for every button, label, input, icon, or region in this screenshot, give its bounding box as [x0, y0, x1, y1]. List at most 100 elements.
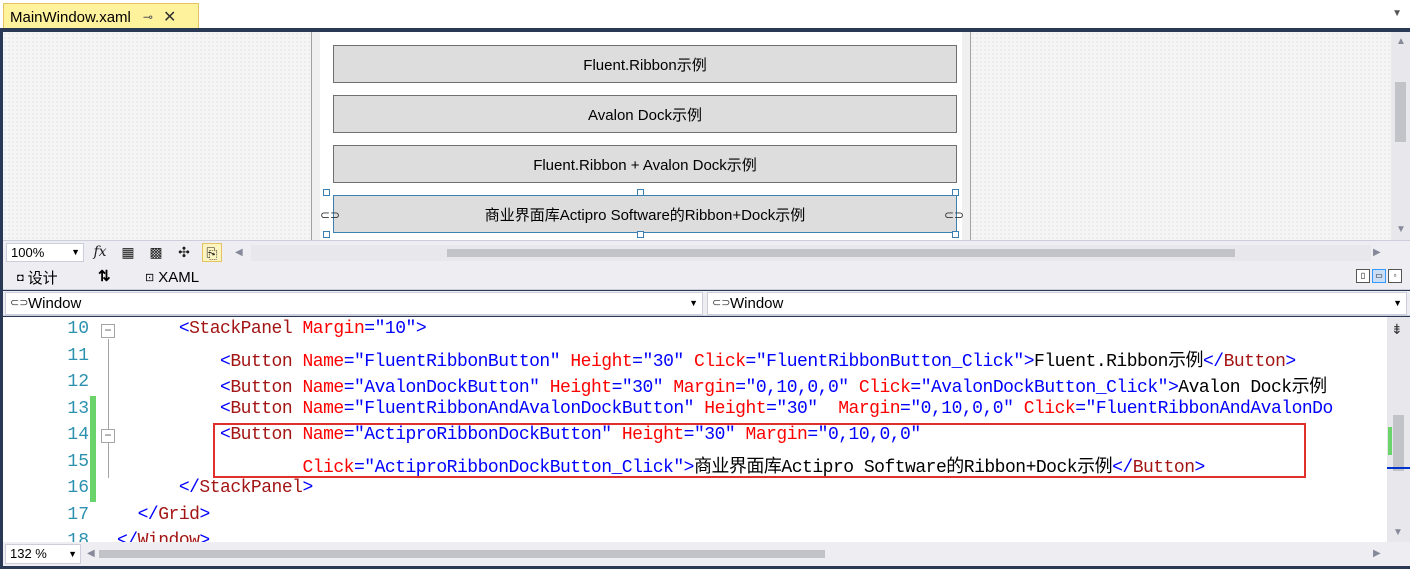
split-view-tabs: ◘ 设计 ⇅ ⊡ XAML ▯ ▭ ▫: [3, 264, 1410, 290]
tab-xaml[interactable]: ⊡ XAML: [145, 269, 199, 286]
change-overview-marker: [1388, 427, 1392, 455]
code-token: "ActiproRibbonDockButton_Click": [364, 457, 684, 478]
zoom-value: 100%: [11, 245, 45, 260]
fx-icon[interactable]: fx: [90, 243, 110, 262]
design-surface[interactable]: Fluent.Ribbon示例 Avalon Dock示例 Fluent.Rib…: [3, 32, 1391, 240]
code-token: Grid: [158, 504, 200, 525]
swap-panes-button[interactable]: ⇅: [98, 267, 111, 285]
margin-link-icon[interactable]: ⊂⊃: [944, 208, 964, 222]
line-number: 18: [67, 531, 89, 542]
grid-icon[interactable]: ▦: [118, 243, 138, 262]
effects-icon[interactable]: ⎘: [202, 243, 222, 262]
code-token: >: [302, 478, 313, 498]
code-token: Avalon Dock示例: [1178, 378, 1327, 398]
code-token: =: [343, 378, 355, 398]
outline-guide: [108, 444, 109, 474]
pin-icon[interactable]: ⊸: [143, 10, 153, 24]
code-token: </: [1202, 351, 1224, 372]
resize-handle[interactable]: [952, 189, 959, 196]
designer-zoom-select[interactable]: 100% ▼: [6, 243, 84, 262]
code-horizontal-scrollbar[interactable]: [87, 546, 1387, 562]
code-token: Name: [302, 378, 344, 398]
resize-handle[interactable]: [637, 231, 644, 238]
code-token: Button: [230, 351, 293, 372]
scroll-thumb[interactable]: [1393, 415, 1404, 471]
scroll-right-icon[interactable]: ▶: [1373, 247, 1381, 258]
code-token: >: [1023, 351, 1035, 372]
design-button-fluent-ribbon[interactable]: Fluent.Ribbon示例: [333, 45, 957, 83]
code-token: =: [353, 457, 365, 478]
tab-title: MainWindow.xaml: [10, 8, 131, 26]
code-line[interactable]: </Grid>: [117, 504, 211, 525]
scroll-down-icon[interactable]: ▼: [1396, 224, 1406, 235]
scroll-down-icon[interactable]: ▼: [1393, 527, 1403, 538]
tab-xaml-label: XAML: [158, 269, 200, 286]
code-token: </: [137, 504, 159, 525]
scroll-thumb[interactable]: [447, 249, 1235, 257]
code-line[interactable]: Click="ActiproRibbonDockButton_Click">商业…: [117, 452, 1205, 478]
code-token: =: [1075, 398, 1086, 419]
code-token: <: [220, 425, 231, 445]
tab-design[interactable]: ◘ 设计: [17, 267, 58, 288]
resize-handle[interactable]: [952, 231, 959, 238]
close-icon[interactable]: ✕: [163, 7, 176, 27]
type-dropdown[interactable]: ⊂⊃ Window ▼: [5, 292, 703, 315]
snap-lines-icon[interactable]: ✣: [174, 243, 194, 262]
resize-handle[interactable]: [323, 231, 330, 238]
design-window-preview[interactable]: Fluent.Ribbon示例 Avalon Dock示例 Fluent.Rib…: [311, 32, 971, 240]
resize-handle[interactable]: [323, 189, 330, 196]
designer-horizontal-scrollbar[interactable]: [251, 245, 1371, 261]
resize-handle[interactable]: [637, 189, 644, 196]
code-token: Height: [621, 425, 684, 445]
margin-link-icon[interactable]: ⊂⊃: [320, 208, 340, 222]
code-token: "0,10,0,0": [910, 398, 1014, 419]
code-token: "30": [693, 425, 736, 445]
code-line[interactable]: </Window>: [117, 531, 210, 542]
snap-grid-icon[interactable]: ▩: [146, 243, 166, 262]
designer-vertical-scrollbar[interactable]: ▲ ▼: [1391, 32, 1410, 240]
code-token: =: [910, 378, 921, 398]
code-token: >: [683, 457, 695, 478]
xaml-code-editor[interactable]: − − 10 11 12 13 14 15 16 17 18 <StackPanel Margi…: [3, 317, 1387, 542]
scroll-right-icon[interactable]: ▶: [1373, 548, 1381, 559]
code-line[interactable]: <Button Name="ActiproRibbonDockButton" H…: [117, 425, 921, 445]
horizontal-split-icon[interactable]: ▭: [1372, 269, 1386, 283]
scroll-left-icon[interactable]: ◀: [235, 247, 243, 258]
vertical-split-icon[interactable]: ▯: [1356, 269, 1370, 283]
editor-zoom-select[interactable]: 132 % ▼: [5, 544, 81, 564]
code-line[interactable]: </StackPanel>: [117, 478, 313, 498]
code-token: "FluentRibbonButton": [354, 351, 561, 372]
scroll-thumb[interactable]: [99, 550, 825, 558]
collapse-icon[interactable]: −: [101, 324, 115, 338]
xaml-view-icon: ⊡: [145, 272, 155, 284]
member-dropdown[interactable]: ⊂⊃ Window ▼: [707, 292, 1407, 315]
design-button-avalon-dock[interactable]: Avalon Dock示例: [333, 95, 957, 133]
code-line[interactable]: <Button Name="FluentRibbonButton" Height…: [117, 346, 1296, 372]
collapse-icon[interactable]: −: [101, 429, 115, 443]
code-token: "FluentRibbonAndAvalonDockButton": [354, 398, 694, 419]
tab-list-dropdown-icon[interactable]: ▼: [1392, 8, 1402, 19]
tab-mainwindow-xaml[interactable]: MainWindow.xaml ⊸ ✕: [3, 3, 199, 31]
code-token: "10": [374, 319, 417, 339]
chevron-down-icon: ▼: [71, 247, 80, 257]
scroll-up-icon[interactable]: ▲: [1396, 36, 1406, 47]
design-button-actipro[interactable]: 商业界面库Actipro Software的Ribbon+Dock示例: [333, 195, 957, 233]
code-line[interactable]: <Button Name="FluentRibbonAndAvalonDockB…: [117, 399, 1333, 419]
line-number: 17: [67, 504, 89, 525]
code-token: =: [364, 319, 375, 339]
code-token: 商业界面库Actipro Software的Ribbon+Dock示例: [693, 457, 1113, 478]
scroll-thumb[interactable]: [1395, 82, 1406, 142]
code-vertical-scrollbar[interactable]: ⇟ ▼: [1387, 317, 1410, 542]
code-line[interactable]: <Button Name="AvalonDockButton" Height="…: [117, 372, 1327, 398]
design-button-fluent-avalon[interactable]: Fluent.Ribbon + Avalon Dock示例: [333, 145, 957, 183]
code-token: =: [735, 378, 746, 398]
collapse-pane-icon[interactable]: ▫: [1388, 269, 1402, 283]
split-handle-icon[interactable]: ⇟: [1391, 321, 1403, 338]
code-line[interactable]: <StackPanel Margin="10">: [117, 319, 427, 339]
